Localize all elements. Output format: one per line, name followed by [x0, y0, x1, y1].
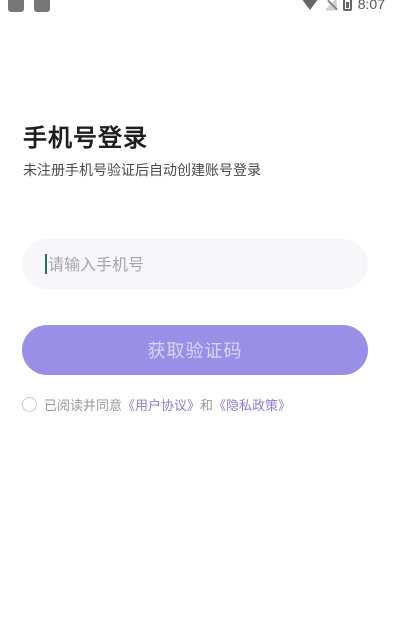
- agreement-checkbox[interactable]: [22, 397, 37, 412]
- wifi-icon: [300, 0, 319, 10]
- agreement-prefix-text: 已阅读并同意: [44, 399, 123, 414]
- text-cursor: [45, 254, 47, 274]
- page-title: 手机号登录: [23, 124, 148, 152]
- battery-icon: [342, 0, 352, 11]
- app-notification-icon: [8, 0, 24, 12]
- no-sim-signal-icon: [325, 0, 337, 11]
- user-agreement-link[interactable]: 《用户协议》: [122, 395, 200, 414]
- get-verification-code-button[interactable]: 获取验证码: [22, 325, 368, 375]
- login-page: 8:07 手机号登录 未注册手机号验证后自动创建账号登录 获取验证码 已阅读并同…: [0, 0, 393, 641]
- agreement-and-text: 和: [200, 399, 214, 414]
- status-time: 8:07: [357, 0, 385, 12]
- privacy-policy-link[interactable]: 《隐私政策》: [213, 395, 291, 414]
- page-subtitle: 未注册手机号验证后自动创建账号登录: [23, 163, 261, 179]
- phone-input-container[interactable]: [22, 239, 368, 289]
- status-bar-right: 8:07: [300, 0, 385, 13]
- agreement-row: 已阅读并同意 《用户协议》 和 《隐私政策》: [22, 395, 291, 414]
- status-bar: 8:07: [0, 0, 393, 16]
- app-notification-icon: [34, 0, 50, 12]
- phone-number-input[interactable]: [48, 249, 348, 279]
